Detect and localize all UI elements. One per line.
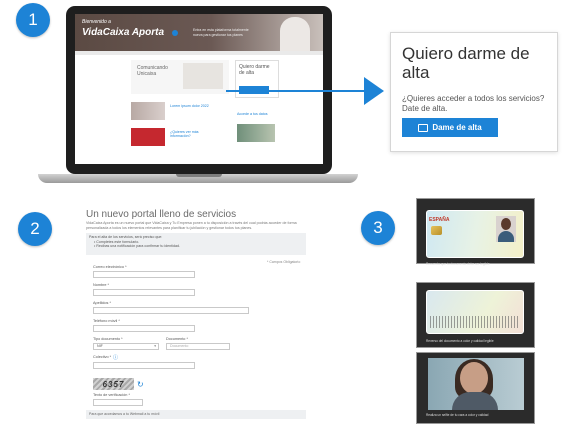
hero-tagline: Entra en esta plataforma totalmente nuev… <box>193 28 249 37</box>
article-link-2[interactable]: ¿Quieres ver más información? <box>170 130 220 138</box>
verify-field[interactable] <box>93 399 143 406</box>
article-thumb-2[interactable] <box>131 128 165 146</box>
hero-photo <box>280 17 310 51</box>
news-card-title: Comunicando Unicaixa <box>137 65 168 77</box>
notice-item-2: • Recibas una notificación para confirma… <box>94 244 180 248</box>
selfie-face <box>460 362 488 394</box>
step-3-badge: 3 <box>361 211 395 245</box>
captcha-image: 6357 <box>93 378 134 390</box>
step-2-number: 2 <box>30 219 40 238</box>
brand-logo[interactable]: VidaCaixa Aporta <box>82 27 164 38</box>
refresh-icon[interactable]: ↻ <box>137 380 144 389</box>
info-icon[interactable]: ⓘ <box>113 354 118 361</box>
id-back-caption: Reverso del documento a color y calidad … <box>426 339 494 343</box>
email-label: Correo electrónico * <box>93 265 127 269</box>
phone-label: Teléfono móvil * <box>93 319 120 323</box>
surname-field[interactable] <box>93 307 249 314</box>
step-3-number: 3 <box>373 218 383 237</box>
doc-number-label: Documento * <box>166 337 188 341</box>
step-2-badge: 2 <box>18 212 52 246</box>
chip-icon <box>431 226 442 235</box>
laptop-notch <box>176 174 222 177</box>
form-footer-text: Para que accedamos a tu Webmail a tu móv… <box>89 412 160 416</box>
nav-strip <box>75 51 323 55</box>
dame-de-alta-button[interactable]: Dame de alta <box>402 118 498 137</box>
phone-field[interactable] <box>93 325 195 332</box>
name-field[interactable] <box>93 289 195 296</box>
card-icon <box>418 123 429 132</box>
id-portrait-head <box>501 218 511 230</box>
doc-type-value: NIF <box>97 344 103 348</box>
captcha-text: 6357 <box>102 379 125 389</box>
chevron-down-icon: ▾ <box>154 344 156 348</box>
connector-line <box>226 90 376 92</box>
id-front-caption: Recuerda que tu documento debe ser legib… <box>426 262 490 266</box>
article-link-1[interactable]: Lorem ipsum dolor 2022 <box>170 104 209 108</box>
laptop-screen: Bienvenido a VidaCaixa Aporta Entra en e… <box>75 14 323 164</box>
verify-label: Texto de verificación * <box>93 393 130 397</box>
article-link-3[interactable]: Accede a tus datos <box>237 112 268 116</box>
doc-number-field[interactable]: Documento <box>166 343 230 350</box>
form-heading: Un nuevo portal lleno de servicios <box>86 209 237 220</box>
form-footer: Para que accedamos a tu Webmail a tu móv… <box>86 410 306 419</box>
popup-subtitle: ¿Quieres acceder a todos los servicios? … <box>402 94 545 113</box>
dame-de-alta-label: Dame de alta <box>432 123 482 132</box>
hero-welcome: Bienvenido a <box>82 19 111 25</box>
name-label: Nombre * <box>93 283 110 287</box>
step-1-number: 1 <box>28 10 38 29</box>
selfie-caption: Realiza un selfie de tu cara a color y c… <box>426 413 489 417</box>
surname-label: Apellidos * <box>93 301 111 305</box>
id-country: ESPAÑA <box>429 217 450 223</box>
news-card-image <box>183 63 223 89</box>
code-field[interactable] <box>93 362 195 369</box>
form-notice: Para el alta de los servicios, será prec… <box>86 233 306 255</box>
doc-number-placeholder: Documento <box>170 344 189 348</box>
brand-dot-icon <box>172 30 178 36</box>
doc-type-select[interactable]: NIF ▾ <box>93 343 159 350</box>
code-label: Colectivo * <box>93 355 112 359</box>
arrow-right-icon <box>364 77 384 105</box>
id-mrz-lines <box>430 316 518 328</box>
form-intro: VidaCaixa Aporta es un nuevo portal que … <box>86 221 297 230</box>
signup-box-title: Quiero darme de alta <box>239 64 270 76</box>
article-thumb-3[interactable] <box>237 124 275 142</box>
doc-type-label: Tipo documento * <box>93 337 123 341</box>
step-1-badge: 1 <box>16 3 50 37</box>
id-portrait-shoulders <box>498 231 514 242</box>
email-field[interactable] <box>93 271 195 278</box>
required-note: * Campos Obligatorio <box>267 260 301 264</box>
article-thumb-1[interactable] <box>131 102 165 120</box>
popup-title: Quiero darme de alta <box>402 44 530 82</box>
